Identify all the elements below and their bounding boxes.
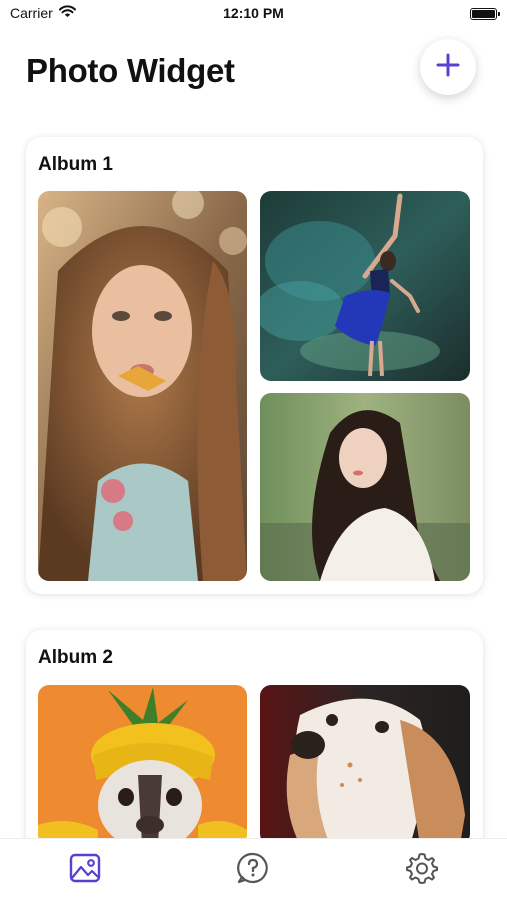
- gallery-icon: [68, 851, 102, 890]
- dog-pineapple-hat-photo[interactable]: [38, 685, 247, 845]
- woman-with-flower-photo[interactable]: [38, 191, 247, 581]
- album-title: Album 1: [38, 154, 113, 175]
- add-album-button[interactable]: [420, 39, 476, 95]
- woman-white-blouse-photo[interactable]: [260, 393, 470, 581]
- battery-icon: [470, 8, 500, 20]
- tab-settings[interactable]: [405, 851, 439, 890]
- tab-bar: [0, 838, 507, 900]
- plus-icon: [436, 53, 460, 82]
- tab-gallery[interactable]: [68, 853, 102, 887]
- dancer-blue-dress-photo[interactable]: [260, 191, 470, 381]
- album-card[interactable]: Album 1: [26, 137, 483, 594]
- page-title: Photo Widget: [26, 52, 235, 89]
- album-title: Album 2: [38, 647, 113, 668]
- spaniel-dog-photo[interactable]: [260, 685, 470, 845]
- status-time: 12:10 PM: [223, 5, 284, 21]
- help-icon: [236, 851, 270, 890]
- tab-help[interactable]: [236, 851, 270, 890]
- status-bar: Carrier 12:10 PM: [0, 0, 507, 30]
- settings-icon: [405, 851, 439, 890]
